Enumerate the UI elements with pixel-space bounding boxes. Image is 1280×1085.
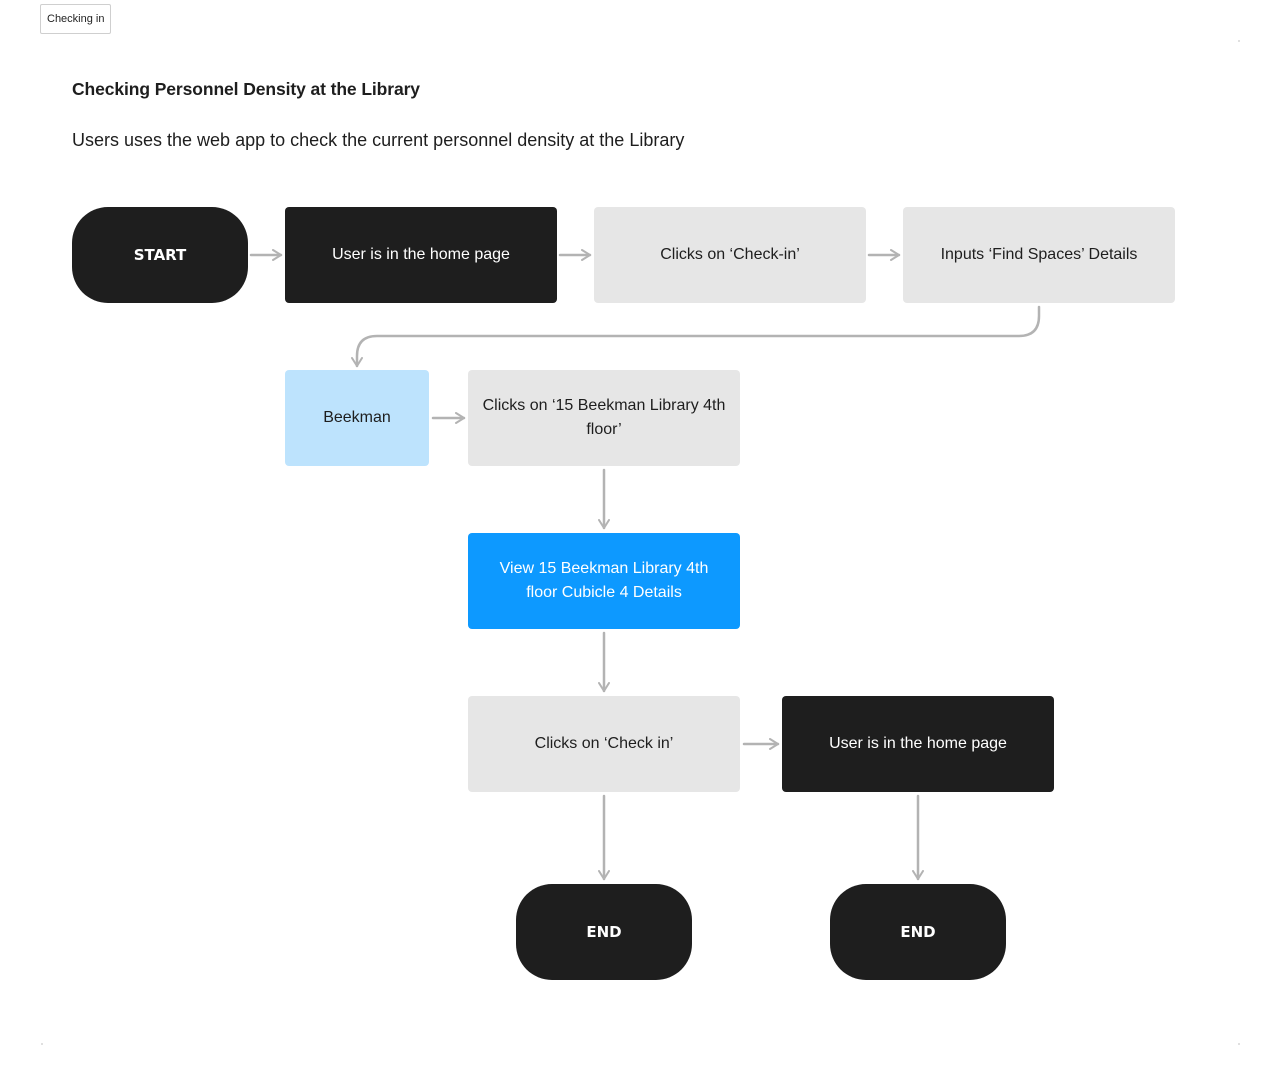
- click-check-in-final-step-label: Clicks on ‘Check in’: [534, 735, 674, 752]
- home-page-step-label: User is in the home page: [332, 246, 510, 263]
- frame-label[interactable]: Checking in: [40, 4, 112, 34]
- home-page-step[interactable]: User is in the home page: [285, 207, 557, 303]
- diagram-subtitle: Users uses the web app to check the curr…: [72, 130, 685, 150]
- frame-corner-marker: [41, 1043, 43, 1045]
- diagram-title: Checking Personnel Density at the Librar…: [72, 79, 420, 99]
- start-node-label: START: [133, 246, 187, 264]
- frame-corner-marker: [1238, 40, 1240, 42]
- find-spaces-step[interactable]: Inputs ‘Find Spaces’ Details: [903, 207, 1175, 303]
- click-floor-step-label: Clicks on ‘15 Beekman Library 4th floor’: [482, 397, 726, 438]
- view-cubicle-details-step[interactable]: View 15 Beekman Library 4th floor Cubicl…: [468, 533, 740, 629]
- click-check-in-step[interactable]: Clicks on ‘Check-in’: [594, 207, 866, 303]
- beekman-step[interactable]: Beekman: [285, 370, 429, 466]
- start-node[interactable]: START: [72, 207, 248, 303]
- view-cubicle-details-step-label: View 15 Beekman Library 4th floor Cubicl…: [499, 560, 709, 601]
- click-floor-step[interactable]: Clicks on ‘15 Beekman Library 4th floor’: [468, 370, 740, 466]
- frame-corner-marker: [1238, 1043, 1240, 1045]
- click-check-in-final-step[interactable]: Clicks on ‘Check in’: [468, 696, 740, 792]
- end-node-right-label: END: [900, 923, 936, 941]
- end-node-left[interactable]: END: [516, 884, 692, 980]
- click-check-in-step-label: Clicks on ‘Check-in’: [660, 246, 800, 263]
- find-spaces-step-label: Inputs ‘Find Spaces’ Details: [940, 246, 1138, 263]
- end-node-left-label: END: [586, 923, 622, 941]
- end-node-right[interactable]: END: [830, 884, 1006, 980]
- edge-find-beekman: [351, 305, 1041, 368]
- beekman-step-label: Beekman: [323, 409, 391, 426]
- home-page-final-step-label: User is in the home page: [829, 735, 1007, 752]
- home-page-final-step[interactable]: User is in the home page: [782, 696, 1054, 792]
